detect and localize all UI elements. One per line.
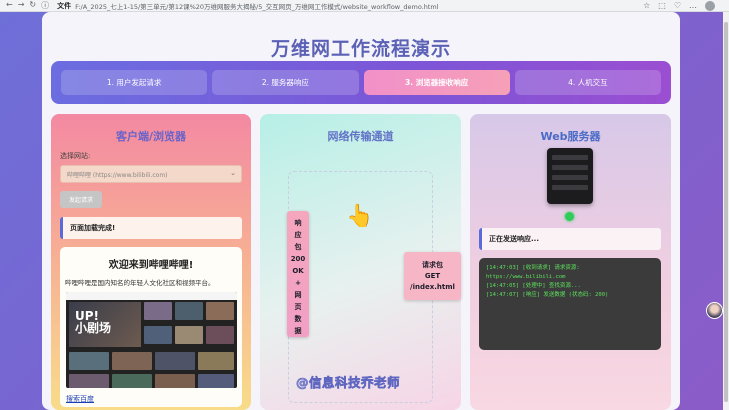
send-request-button[interactable]: 发起请求 <box>60 191 102 208</box>
client-status: 页面加载完成! <box>60 217 242 239</box>
server-status: 正在发送响应... <box>479 228 661 250</box>
step-bar: 1. 用户发起请求 2. 服务器响应 3. 浏览器接收响应 4. 人机交互 <box>51 61 671 104</box>
rendered-website: 欢迎来到哔哩哔哩! 哔哩哔哩是国内知名的年轻人文化社区和视频平台。 UP! 小剧… <box>60 247 242 407</box>
profile-avatar[interactable] <box>705 0 715 11</box>
hero-text: UP! 小剧场 <box>75 309 112 335</box>
toolbar-actions: ☆ ⬚ ♡ … <box>643 0 729 11</box>
step-3-active[interactable]: 3. 浏览器接收响应 <box>363 70 510 95</box>
info-icon[interactable]: ⓘ <box>41 0 49 11</box>
site-select-value: 哔哩哔哩 (https://www.bilibili.com) <box>67 171 168 179</box>
server-panel: Web服务器 正在发送响应... [14:47:03] [收到请求] 请求资源:… <box>470 114 671 410</box>
server-heading: Web服务器 <box>540 130 601 143</box>
network-panel: 网络传输通道 👆 响 应 包 200 OK + 网 页 数 据 请求包 GET … <box>260 114 461 410</box>
split-view-icon[interactable]: ⬚ <box>658 1 666 11</box>
site-select[interactable]: 哔哩哔哩 (https://www.bilibili.com) ⌄ <box>60 165 242 183</box>
scrollbar-thumb[interactable] <box>724 22 728 402</box>
site-select-label: 选择网站: <box>60 152 91 160</box>
file-scheme-label: 文件 <box>57 1 72 10</box>
page-scrollbar[interactable] <box>723 12 729 410</box>
server-icon <box>547 148 593 204</box>
forward-icon[interactable]: → <box>18 0 25 11</box>
server-log-console: [14:47:03] [收到请求] 请求资源: https://www.bili… <box>479 258 661 350</box>
request-packet: 请求包 GET /index.html <box>404 252 461 300</box>
favorite-icon[interactable]: ☆ <box>643 1 650 11</box>
nav-buttons: ← → ↻ ⓘ <box>0 0 49 11</box>
chevron-down-icon: ⌄ <box>230 169 236 177</box>
response-packet: 响 应 包 200 OK + 网 页 数 据 <box>287 211 309 337</box>
client-panel: 客户端/浏览器 选择网站: 哔哩哔哩 (https://www.bilibili… <box>51 114 251 410</box>
client-heading: 客户端/浏览器 <box>115 130 187 143</box>
author-watermark: @信息科技乔老师 <box>296 375 401 391</box>
network-heading: 网络传输通道 <box>327 130 394 143</box>
request-packet-title: 请求包 <box>422 260 443 269</box>
browser-toolbar: ← → ↻ ⓘ 文件 F:/A_2025_七上1-15/第三单元/第12课%20… <box>0 0 729 12</box>
log-line: [14:47:07] [响应] 发送数据 (状态码: 200) <box>486 292 609 298</box>
demo-container: 万维网工作流程演示 1. 用户发起请求 2. 服务器响应 3. 浏览器接收响应 … <box>42 12 680 410</box>
step-2[interactable]: 2. 服务器响应 <box>212 70 359 95</box>
step-1[interactable]: 1. 用户发起请求 <box>61 70 208 95</box>
floating-assistant-avatar[interactable] <box>706 302 723 319</box>
log-line: [14:47:03] [收到请求] 请求资源: <box>486 265 580 271</box>
request-packet-path: /index.html <box>410 282 455 291</box>
log-line: [14:47:05] [处理中] 查找资源... <box>486 283 581 289</box>
collections-icon[interactable]: ♡ <box>674 1 681 11</box>
back-icon[interactable]: ← <box>6 0 13 11</box>
site-description: 哔哩哔哩是国内知名的年轻人文化社区和视频平台。 <box>65 279 215 287</box>
website-screenshot: UP! 小剧场 <box>66 292 237 388</box>
search-baidu-link[interactable]: 搜索百度 <box>66 394 94 404</box>
reload-icon[interactable]: ↻ <box>29 0 36 11</box>
site-title: 欢迎来到哔哩哔哩! <box>108 260 194 271</box>
menu-icon[interactable]: … <box>689 1 697 11</box>
pointing-hand-icon: 👆 <box>346 204 374 229</box>
page-title: 万维网工作流程演示 <box>270 38 451 60</box>
log-line: https://www.bilibili.com <box>486 274 566 280</box>
server-status-led <box>565 212 574 221</box>
address-bar[interactable]: F:/A_2025_七上1-15/第三单元/第12课%20万维网服务大揭秘/5_… <box>75 1 643 11</box>
request-packet-method: GET <box>424 271 441 280</box>
step-4[interactable]: 4. 人机交互 <box>514 70 661 95</box>
